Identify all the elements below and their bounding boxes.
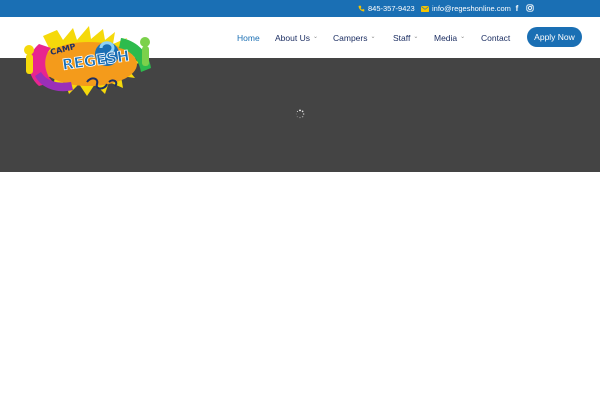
nav-contact-label[interactable]: Contact xyxy=(481,33,510,43)
nav-media[interactable]: Media ⌄ xyxy=(434,17,465,58)
nav-media-label[interactable]: Media xyxy=(434,33,457,43)
nav-home[interactable]: Home xyxy=(237,17,260,58)
email-contact[interactable]: info@regeshonline.com xyxy=(421,0,511,17)
phone-icon xyxy=(358,5,365,12)
loading-spinner-icon xyxy=(295,109,305,119)
phone-contact[interactable]: 845-357-9423 xyxy=(358,0,415,17)
chevron-down-icon[interactable]: ⌄ xyxy=(313,33,318,40)
nav-about-us[interactable]: About Us ⌄ xyxy=(275,17,318,58)
chevron-down-icon[interactable]: ⌄ xyxy=(413,33,418,40)
chevron-down-icon[interactable]: ⌄ xyxy=(370,33,375,40)
site-logo[interactable]: CAMP REGESH xyxy=(17,24,159,98)
chevron-down-icon[interactable]: ⌄ xyxy=(460,33,465,40)
email-icon xyxy=(421,5,429,12)
instagram-icon[interactable] xyxy=(525,3,535,13)
facebook-icon[interactable]: f xyxy=(512,3,522,13)
email-address[interactable]: info@regeshonline.com xyxy=(432,4,511,13)
page-content xyxy=(0,172,600,400)
nav-campers[interactable]: Campers ⌄ xyxy=(333,17,376,58)
nav-home-label[interactable]: Home xyxy=(237,33,260,43)
nav-about-us-label[interactable]: About Us xyxy=(275,33,310,43)
apply-now-button[interactable]: Apply Now xyxy=(527,27,582,47)
top-bar: 845-357-9423 info@regeshonline.com f xyxy=(0,0,600,17)
phone-number[interactable]: 845-357-9423 xyxy=(368,4,415,13)
nav-staff[interactable]: Staff ⌄ xyxy=(393,17,418,58)
nav-staff-label[interactable]: Staff xyxy=(393,33,410,43)
nav-contact[interactable]: Contact xyxy=(481,17,510,58)
nav-campers-label[interactable]: Campers xyxy=(333,33,367,43)
